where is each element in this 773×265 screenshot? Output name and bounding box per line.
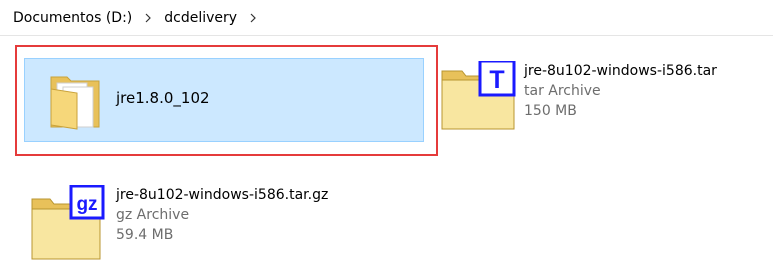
file-type: gz Archive: [116, 207, 190, 223]
file-size: 59.4 MB: [116, 227, 174, 243]
breadcrumb-item-folder[interactable]: dcdelivery: [161, 8, 240, 28]
file-item-gz[interactable]: gz jre-8u102-windows-i586.tar.gz gz Arch…: [30, 182, 390, 262]
tar-badge-letter: T: [489, 66, 504, 94]
file-name: jre1.8.0_102: [116, 89, 210, 107]
file-size: 150 MB: [524, 103, 577, 119]
file-name: jre-8u102-windows-i586.tar: [524, 63, 717, 79]
breadcrumb-item-drive[interactable]: Documentos (D:): [10, 8, 135, 28]
file-item-folder[interactable]: jre1.8.0_102: [24, 58, 424, 142]
gz-archive-icon: gz: [30, 184, 108, 265]
tar-archive-icon: T: [440, 59, 520, 135]
gz-badge-letters: gz: [76, 194, 97, 215]
chevron-right-icon[interactable]: [139, 8, 157, 28]
folder-icon: [47, 69, 103, 131]
file-type: tar Archive: [524, 83, 601, 99]
file-item-tar[interactable]: T jre-8u102-windows-i586.tar tar Archive…: [440, 58, 770, 140]
breadcrumb: Documentos (D:) dcdelivery: [0, 0, 773, 36]
file-name: jre-8u102-windows-i586.tar.gz: [116, 187, 329, 203]
chevron-right-icon[interactable]: [244, 8, 262, 28]
